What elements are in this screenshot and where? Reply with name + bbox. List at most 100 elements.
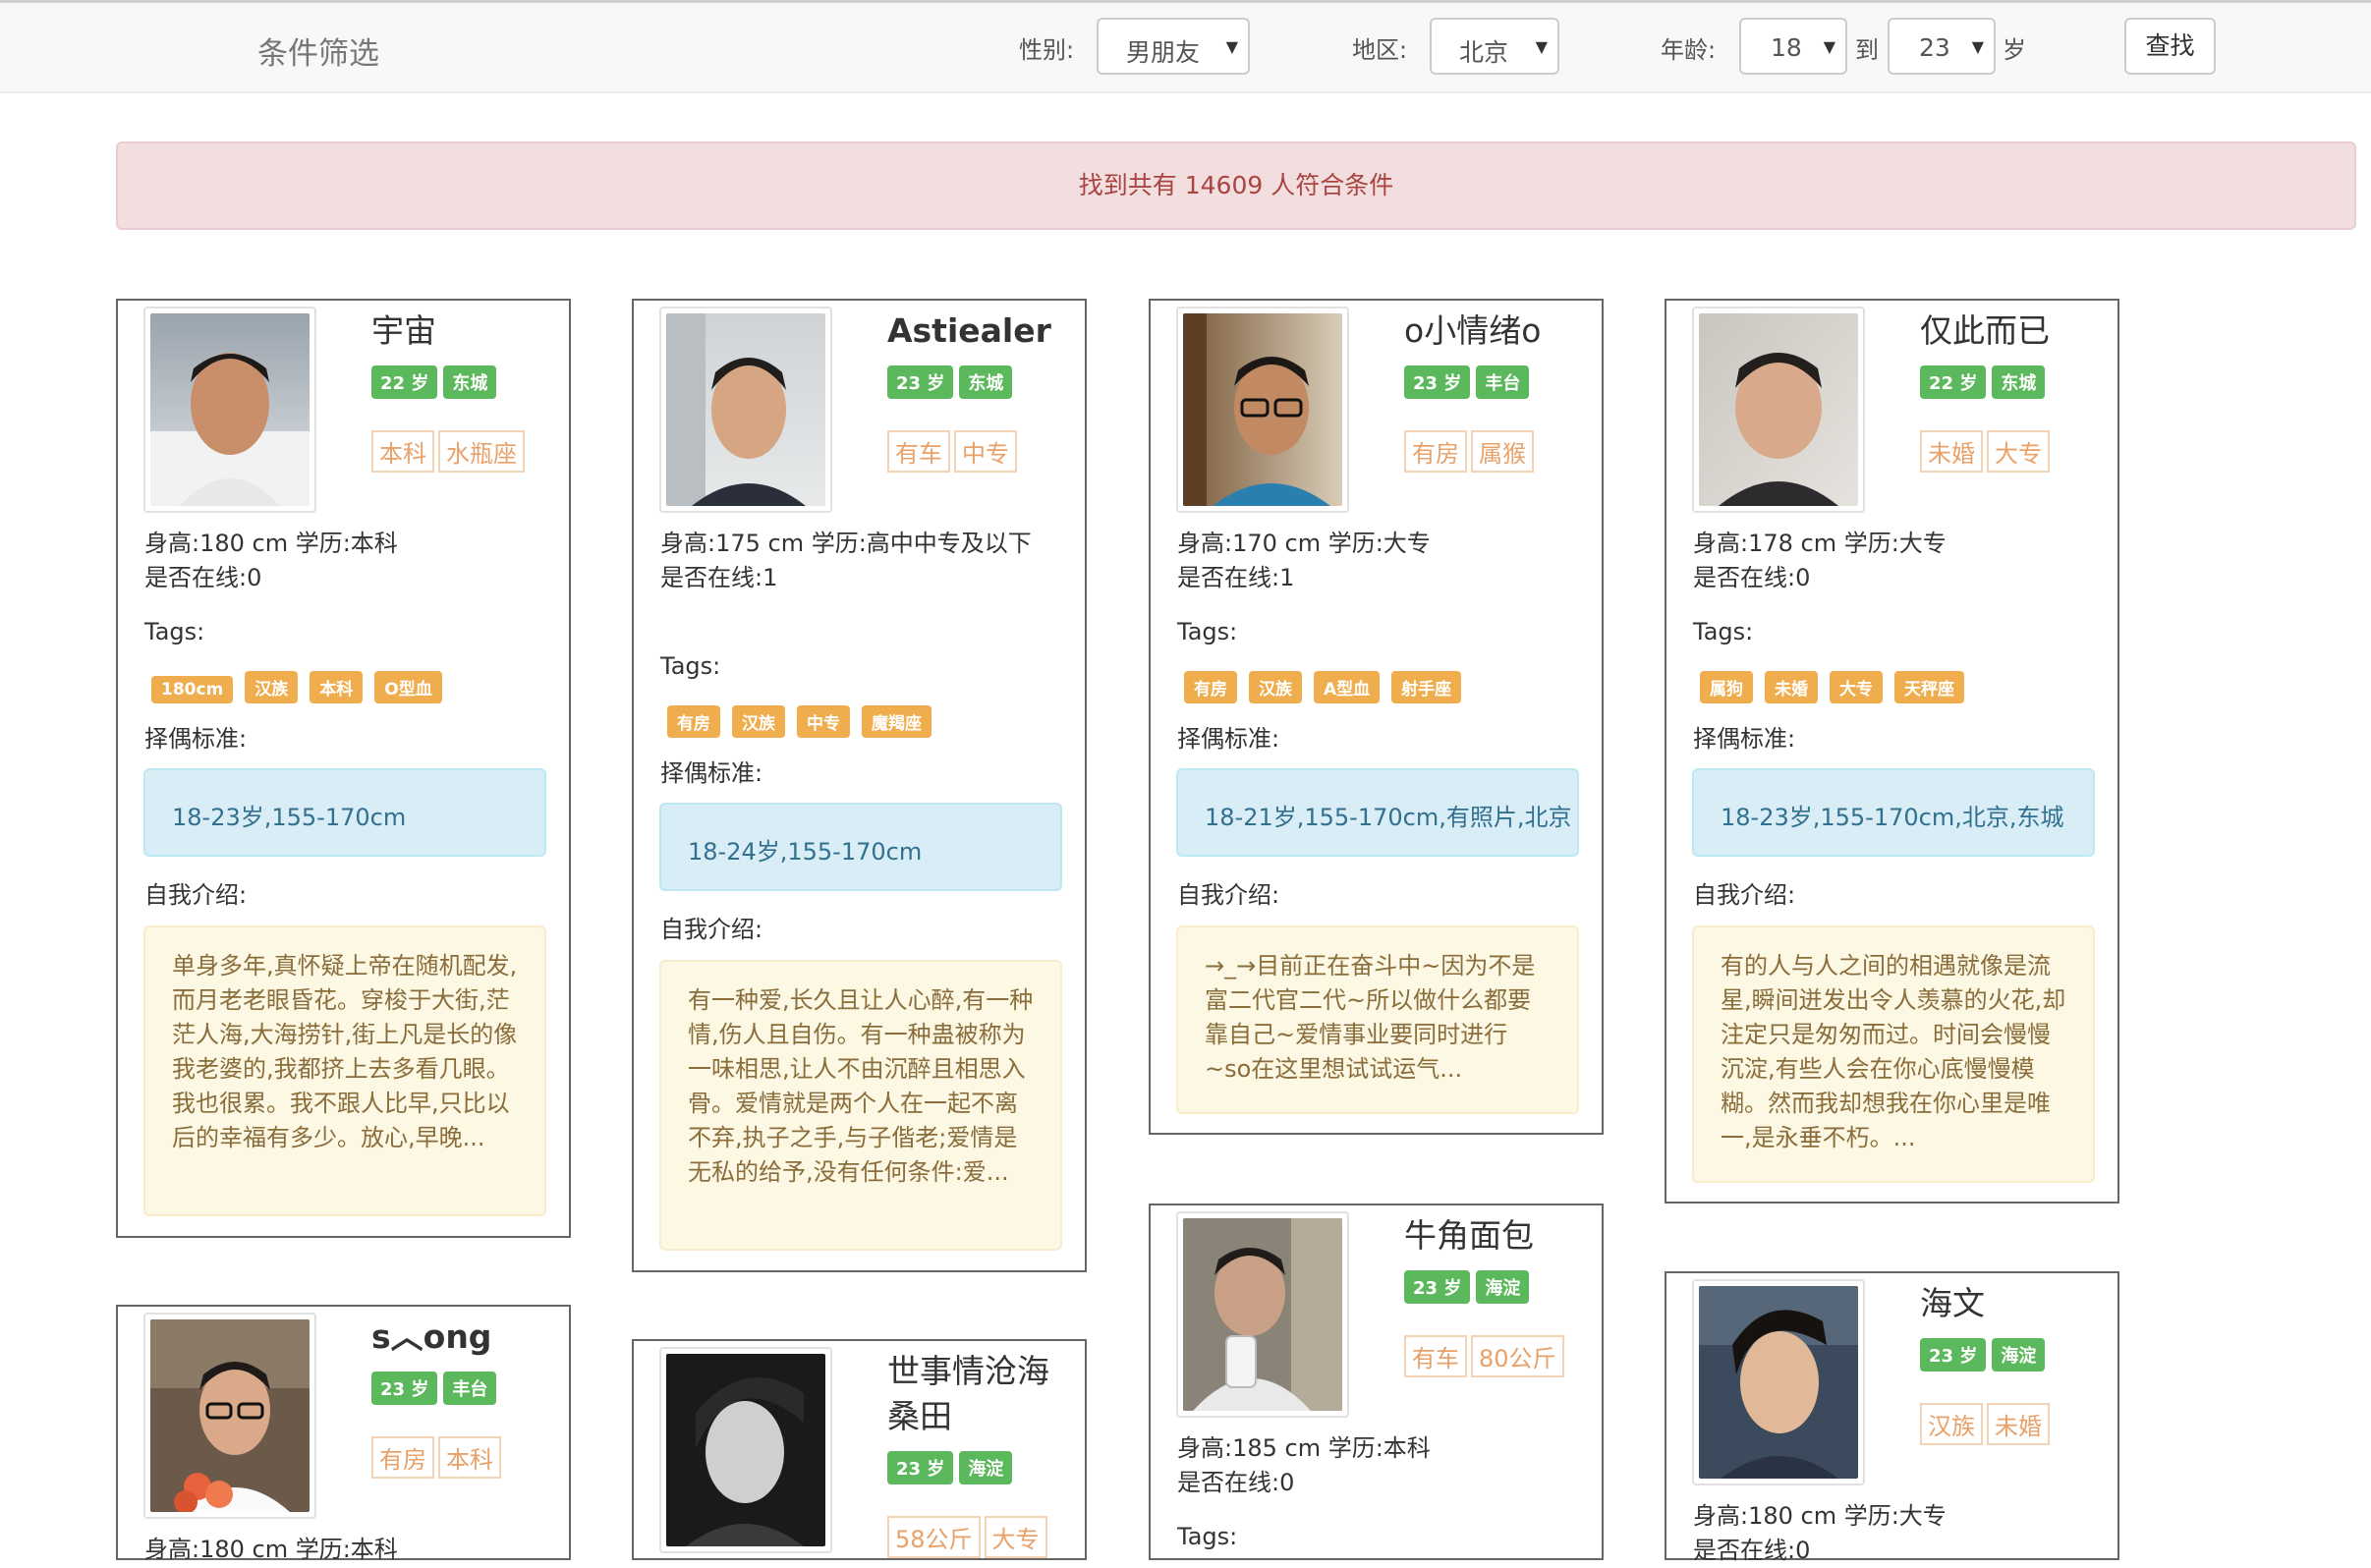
badge-group: 23 岁东城 <box>887 365 1018 399</box>
height-education-line: 身高:180 cm 学历:本科 <box>144 530 398 557</box>
profile-info: 身高:170 cm 学历:大专 是否在线:1 <box>1177 527 1590 595</box>
profile-card[interactable]: 海文 23 岁海淀 汉族 未婚 身高:180 cm 学历:大专 是否在线:0 <box>1665 1271 2119 1564</box>
filter-title: 条件筛选 <box>257 36 379 72</box>
badge-group: 23 岁海淀 <box>887 1451 1018 1484</box>
region-label: 地区: <box>1352 36 1408 64</box>
badge-group: 23 岁丰台 <box>1404 365 1535 399</box>
trait-group: 58公斤 大专 <box>887 1516 1051 1558</box>
profile-card[interactable]: 世事情沧海桑田 23 岁海淀 58公斤 大专 <box>632 1339 1087 1560</box>
avatar[interactable] <box>143 1313 316 1519</box>
profile-info: 身高:175 cm 学历:高中中专及以下 是否在线:1 <box>660 527 1073 595</box>
tag-badge: 属狗 <box>1700 671 1753 703</box>
tag-badge: 大专 <box>1830 671 1883 703</box>
age-to-select[interactable]: 23 ▼ <box>1888 18 1996 75</box>
district-badge: 海淀 <box>1992 1338 2046 1372</box>
intro-box: 有的人与人之间的相遇就像是流星,瞬间迸发出令人羡慕的火花,却注定只是匆匆而过。时… <box>1692 925 2095 1183</box>
profile-name[interactable]: Astiealer <box>887 308 1074 354</box>
age-badge: 22 岁 <box>1920 365 1987 399</box>
profile-name[interactable]: 世事情沧海桑田 <box>887 1349 1074 1439</box>
criteria-label: 择偶标准: <box>660 759 763 787</box>
result-count-alert: 找到共有 14609 人符合条件 <box>116 141 2356 230</box>
height-education-line: 身高:170 cm 学历:大专 <box>1177 530 1431 557</box>
tag-list: 180cm 汉族 本科 O型血 <box>151 671 454 703</box>
district-badge: 海淀 <box>959 1451 1013 1484</box>
intro-label: 自我介绍: <box>144 881 248 909</box>
district-badge: 东城 <box>959 365 1013 399</box>
badge-group: 22 岁东城 <box>371 365 502 399</box>
avatar[interactable] <box>659 307 832 513</box>
avatar[interactable] <box>143 307 316 513</box>
avatar-photo <box>1699 313 1858 506</box>
chevron-down-icon: ▼ <box>1971 37 1984 56</box>
profile-name[interactable]: s︿ong <box>371 1315 558 1360</box>
online-status-line: 是否在线:1 <box>1177 564 1295 591</box>
profile-info: 身高:185 cm 学历:本科 是否在线:0 <box>1177 1431 1590 1500</box>
avatar[interactable] <box>659 1347 832 1553</box>
avatar-photo <box>666 313 825 506</box>
trait-group: 有房 本科 <box>371 1436 505 1479</box>
profile-card[interactable]: 牛角面包 23 岁海淀 有车 80公斤 身高:185 cm 学历:本科 是否在线:… <box>1149 1204 1604 1560</box>
profile-name[interactable]: 海文 <box>1920 1281 2107 1326</box>
avatar[interactable] <box>1176 307 1349 513</box>
tag-badge: 射手座 <box>1391 671 1462 703</box>
tags-label: Tags: <box>660 652 721 680</box>
trait-label: 有房 <box>1404 430 1467 473</box>
age-badge: 23 岁 <box>1404 1270 1471 1304</box>
trait-label: 未婚 <box>1987 1403 2050 1445</box>
tags-label: Tags: <box>1177 1523 1238 1550</box>
profile-name[interactable]: o小情绪o <box>1404 308 1591 354</box>
trait-label: 有车 <box>887 430 950 473</box>
profile-info: 身高:178 cm 学历:大专 是否在线:0 <box>1693 527 2106 595</box>
search-button[interactable]: 查找 <box>2124 18 2216 75</box>
badge-group: 22 岁东城 <box>1920 365 2051 399</box>
profile-card[interactable]: 宇宙 22 岁东城 本科 水瓶座 身高:180 cm 学历:本科 是否在线:0 T… <box>116 299 571 1238</box>
intro-box: 单身多年,真怀疑上帝在随机配发,而月老老眼昏花。穿梭于大街,茫茫人海,大海捞针,… <box>143 925 546 1216</box>
tag-badge: 有房 <box>667 705 720 738</box>
age-badge: 23 岁 <box>887 1451 954 1484</box>
trait-group: 汉族 未婚 <box>1920 1403 2054 1445</box>
badge-group: 23 岁海淀 <box>1920 1338 2051 1372</box>
profile-card[interactable]: s︿ong 23 岁丰台 有房 本科 身高:180 cm 学历:本科 <box>116 1305 571 1563</box>
profile-name[interactable]: 仅此而已 <box>1920 308 2107 354</box>
profile-card[interactable]: Astiealer 23 岁东城 有车 中专 身高:175 cm 学历:高中中专及… <box>632 299 1087 1272</box>
avatar-photo <box>666 1354 825 1546</box>
profile-card[interactable]: o小情绪o 23 岁丰台 有房 属猴 身高:170 cm 学历:大专 是否在线:1… <box>1149 299 1604 1135</box>
trait-label: 汉族 <box>1920 1403 1983 1445</box>
age-badge: 23 岁 <box>887 365 954 399</box>
intro-box: →_→目前正在奋斗中~因为不是富二代官二代~所以做什么都要靠自己~爱情事业要同时… <box>1176 925 1579 1114</box>
trait-label: 属猴 <box>1471 430 1534 473</box>
trait-label: 有房 <box>371 1436 434 1479</box>
gender-label: 性别: <box>1019 36 1075 64</box>
avatar[interactable] <box>1692 307 1865 513</box>
region-select[interactable]: 北京 ▼ <box>1430 18 1559 75</box>
district-badge: 东城 <box>443 365 497 399</box>
profile-name[interactable]: 牛角面包 <box>1404 1213 1591 1259</box>
age-badge: 22 岁 <box>371 365 438 399</box>
trait-label: 58公斤 <box>887 1516 981 1558</box>
height-education-line: 身高:178 cm 学历:大专 <box>1693 530 1947 557</box>
avatar[interactable] <box>1176 1211 1349 1418</box>
online-status-line: 是否在线:0 <box>144 564 262 591</box>
criteria-label: 择偶标准: <box>1693 725 1796 753</box>
avatar-photo <box>1183 1218 1342 1411</box>
tag-list: 有房 汉族 A型血 射手座 <box>1184 671 1473 703</box>
badge-group: 23 岁丰台 <box>371 1372 502 1405</box>
criteria-label: 择偶标准: <box>1177 725 1280 753</box>
profile-name[interactable]: 宇宙 <box>371 308 558 354</box>
height-education-line: 身高:175 cm 学历:高中中专及以下 <box>660 530 1032 557</box>
district-badge: 丰台 <box>443 1372 497 1405</box>
age-from-select[interactable]: 18 ▼ <box>1739 18 1847 75</box>
trait-group: 有车 中专 <box>887 430 1021 473</box>
trait-group: 未婚 大专 <box>1920 430 2054 473</box>
age-to-word: 到 <box>1855 36 1879 64</box>
tags-label: Tags: <box>1177 618 1238 645</box>
avatar[interactable] <box>1692 1279 1865 1485</box>
profile-card[interactable]: 仅此而已 22 岁东城 未婚 大专 身高:178 cm 学历:大专 是否在线:0 … <box>1665 299 2119 1204</box>
district-badge: 海淀 <box>1476 1270 1530 1304</box>
chevron-down-icon: ▼ <box>1823 37 1835 56</box>
tag-badge: 汉族 <box>1249 671 1302 703</box>
trait-label: 大专 <box>984 1516 1047 1558</box>
gender-select[interactable]: 男朋友 ▼ <box>1097 18 1250 75</box>
avatar-photo <box>150 1319 310 1512</box>
tags-label: Tags: <box>1693 618 1754 645</box>
